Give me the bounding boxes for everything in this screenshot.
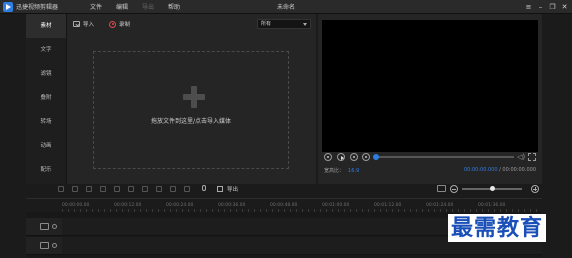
media-panel: 导入 录制 所有 拖放文件到这里/点击导入媒体 <box>66 14 316 184</box>
media-filter-select[interactable]: 所有 <box>257 19 311 29</box>
zoom-in-icon[interactable] <box>531 185 539 193</box>
undo-icon[interactable] <box>58 186 64 192</box>
split-icon[interactable] <box>100 186 106 192</box>
stop-icon[interactable] <box>324 153 332 161</box>
ruler-tick: 00:00:24.00 <box>166 203 194 208</box>
ruler-tick: 00:01:24.00 <box>426 203 454 208</box>
title-bar: 迅捷视频剪辑器 文件 编辑 导出 帮助 未命名 ≡ – ❐ ✕ <box>0 0 572 14</box>
video-track-header <box>26 218 62 236</box>
track-lock-icon[interactable] <box>52 224 57 229</box>
export-icon[interactable] <box>217 186 223 192</box>
time-current: 00:00:00.000 <box>463 167 498 173</box>
time-total: 00:00:00.000 <box>502 167 536 173</box>
sidebar-item-transitions[interactable]: 转场 <box>26 110 66 134</box>
restore-icon[interactable]: ❐ <box>549 1 556 13</box>
rotate-icon[interactable] <box>142 186 148 192</box>
record-button[interactable]: 录制 <box>109 20 130 28</box>
fullscreen-icon[interactable] <box>528 153 536 161</box>
close-icon[interactable]: ✕ <box>561 1 568 13</box>
play-icon[interactable] <box>337 153 345 161</box>
sidebar-item-text[interactable]: 文字 <box>26 38 66 62</box>
track-audio-icon[interactable] <box>40 242 49 249</box>
window-controls: ≡ – ❐ ✕ <box>525 1 568 13</box>
zoom-out-icon[interactable] <box>450 185 458 193</box>
import-label: 导入 <box>83 22 95 28</box>
speed-icon[interactable] <box>128 186 134 192</box>
plus-icon <box>183 86 205 108</box>
ruler-tick: 00:01:00.00 <box>322 203 350 208</box>
import-icon <box>73 21 80 27</box>
sidebar-item-filters[interactable]: 滤镜 <box>26 62 66 86</box>
sidebar: 素材 文字 滤镜 叠附 转场 动画 配乐 <box>26 14 66 184</box>
sidebar-item-animation[interactable]: 动画 <box>26 134 66 158</box>
menu-export[interactable]: 导出 <box>142 2 154 11</box>
sidebar-item-media[interactable]: 素材 <box>26 14 66 38</box>
menu-edit[interactable]: 编辑 <box>116 2 128 11</box>
fit-timeline-icon[interactable] <box>437 185 446 192</box>
timeline-ruler[interactable]: 00:00:00.00 00:00:12.00 00:00:24.00 00:0… <box>26 198 542 212</box>
audio-track-header <box>26 237 62 255</box>
menu-file[interactable]: 文件 <box>90 2 102 11</box>
next-frame-icon[interactable] <box>362 153 370 161</box>
sidebar-item-overlays[interactable]: 叠附 <box>26 86 66 110</box>
timeline-toolbar: 导出 <box>26 184 542 194</box>
ruler-tick: 00:01:36.00 <box>478 203 506 208</box>
chevron-down-icon <box>303 23 307 26</box>
video-preview[interactable] <box>322 20 538 152</box>
mosaic-icon[interactable] <box>156 186 162 192</box>
timecode: 00:00:00.000 / 00:00:00.000 <box>464 167 536 173</box>
ruler-tick: 00:00:12.00 <box>114 203 142 208</box>
ruler-tick: 00:00:36.00 <box>218 203 246 208</box>
freeze-icon[interactable] <box>170 186 176 192</box>
aspect-ratio-value: 16:9 <box>348 168 360 174</box>
crop-icon[interactable] <box>114 186 120 192</box>
zoom-slider-knob[interactable] <box>489 186 495 191</box>
app-name: 迅捷视频剪辑器 <box>16 4 59 11</box>
aspect-ratio[interactable]: 宽高比： 16:9 <box>324 167 359 174</box>
hamburger-menu-icon[interactable]: ≡ <box>525 1 532 13</box>
color-icon[interactable] <box>184 186 190 192</box>
filter-value: 所有 <box>261 21 272 27</box>
volume-icon[interactable]: ◁) <box>517 153 525 161</box>
media-drop-zone[interactable]: 拖放文件到这里/点击导入媒体 <box>93 51 289 169</box>
import-button[interactable]: 导入 <box>73 20 94 28</box>
prev-frame-icon[interactable] <box>350 153 358 161</box>
record-label: 录制 <box>119 22 131 28</box>
document-title: 未命名 <box>276 4 295 11</box>
redo-icon[interactable] <box>72 186 78 192</box>
track-mute-icon[interactable] <box>52 243 57 248</box>
playback-progress[interactable] <box>376 156 514 158</box>
ruler-tick: 00:00:48.00 <box>270 203 298 208</box>
sidebar-item-music[interactable]: 配乐 <box>26 158 66 182</box>
aspect-ratio-label: 宽高比： <box>324 168 345 174</box>
export-button[interactable]: 导出 <box>227 185 238 193</box>
minimize-icon[interactable]: – <box>537 1 544 13</box>
mic-icon[interactable] <box>202 185 206 191</box>
track-video-icon[interactable] <box>40 223 49 230</box>
record-icon <box>109 20 116 28</box>
ruler-tick: 00:00:00.00 <box>62 203 90 208</box>
preview-panel: ◁) 宽高比： 16:9 00:00:00.000 / 00:00:00.000 <box>318 14 542 184</box>
menu-help[interactable]: 帮助 <box>168 2 180 11</box>
playhead-knob[interactable] <box>373 154 379 160</box>
ruler-tick: 00:01:12.00 <box>374 203 402 208</box>
menu-bar: 文件 编辑 导出 帮助 <box>90 2 180 11</box>
drop-hint: 拖放文件到这里/点击导入媒体 <box>150 118 232 125</box>
delete-icon[interactable] <box>86 186 92 192</box>
watermark-logo: 最需教育 <box>448 214 547 242</box>
app-logo-icon <box>3 2 13 12</box>
